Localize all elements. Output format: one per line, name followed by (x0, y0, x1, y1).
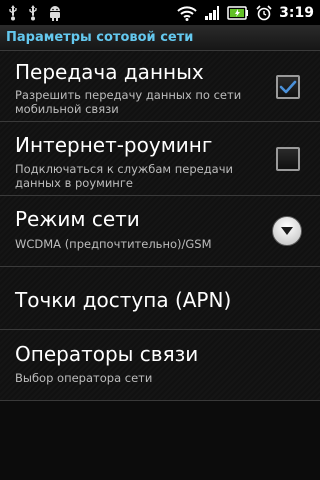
setting-title: Режим сети (15, 207, 140, 231)
internet-roaming-checkbox[interactable] (276, 147, 300, 171)
status-bar: 3:19 (0, 0, 320, 25)
checkmark-icon (279, 80, 297, 94)
data-transfer-checkbox[interactable] (276, 75, 300, 99)
setting-data-transfer[interactable]: Передача данных Разрешить передачу данны… (0, 51, 320, 122)
chevron-down-icon (281, 227, 293, 235)
setting-title: Точки доступа (APN) (15, 288, 232, 312)
alarm-icon (256, 4, 272, 21)
setting-subtitle: Выбор оператора сети (15, 371, 153, 385)
setting-subtitle: WCDMA (предпочтительно)/GSM (15, 237, 212, 251)
usb-icon (8, 4, 18, 21)
settings-list: Передача данных Разрешить передачу данны… (0, 51, 320, 401)
android-debug-icon (48, 5, 62, 21)
setting-subtitle: Подключаться к службам передачи данных в… (15, 162, 233, 190)
notification-icons (0, 4, 62, 21)
page-title: Параметры сотовой сети (6, 30, 194, 45)
wifi-icon (177, 5, 197, 21)
setting-access-points[interactable]: Точки доступа (APN) (0, 267, 320, 330)
setting-title: Операторы связи (15, 342, 199, 366)
setting-internet-roaming[interactable]: Интернет-роуминг Подключаться к службам … (0, 122, 320, 196)
system-icons: 3:19 (177, 5, 320, 21)
battery-icon (227, 5, 249, 20)
network-mode-dropdown[interactable] (272, 216, 302, 246)
usb-icon (28, 4, 38, 21)
setting-title: Передача данных (15, 60, 204, 84)
setting-title: Интернет-роуминг (15, 133, 213, 157)
signal-icon (204, 5, 220, 21)
setting-operators[interactable]: Операторы связи Выбор оператора сети (0, 330, 320, 401)
setting-network-mode[interactable]: Режим сети WCDMA (предпочтительно)/GSM (0, 196, 320, 267)
setting-subtitle: Разрешить передачу данных по сети мобиль… (15, 88, 242, 116)
title-bar: Параметры сотовой сети (0, 25, 320, 51)
clock: 3:19 (279, 4, 314, 21)
